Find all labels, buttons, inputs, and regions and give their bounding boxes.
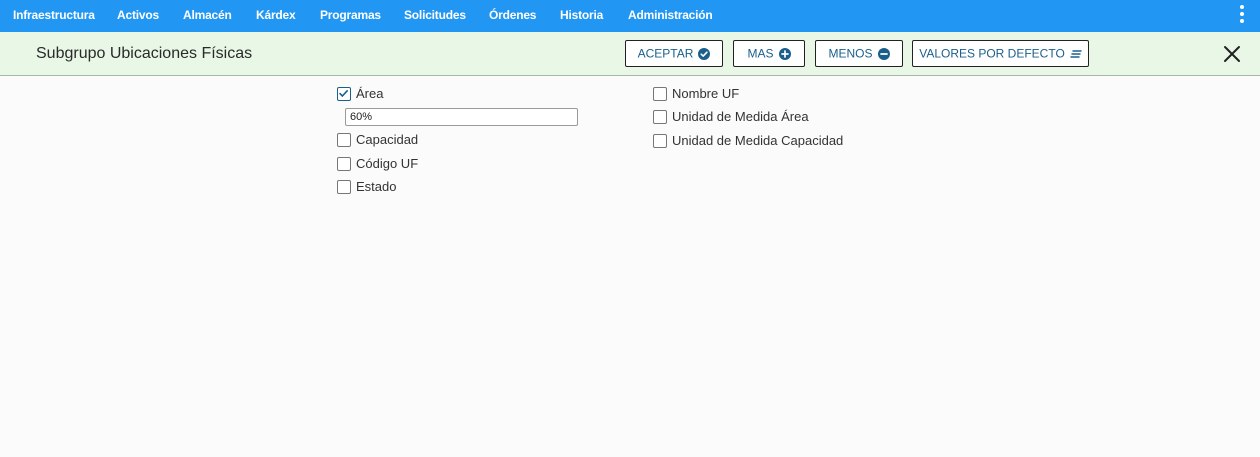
default-values-button-label: VALORES POR DEFECTO — [919, 46, 1065, 61]
unidad-medida-capacidad-checkbox[interactable] — [653, 134, 667, 148]
field-unidad-medida-capacidad[interactable]: Unidad de Medida Capacidad — [653, 133, 863, 151]
nombre-uf-label: Nombre UF — [672, 86, 740, 101]
unidad-medida-capacidad-label: Unidad de Medida Capacidad — [672, 133, 844, 148]
form-header: Subgrupo Ubicaciones Físicas ACEPTAR MAS… — [0, 32, 1260, 76]
capacidad-label: Capacidad — [356, 132, 419, 147]
nav-item-programas[interactable]: Programas — [320, 0, 381, 32]
field-unidad-medida-area[interactable]: Unidad de Medida Área — [653, 109, 833, 127]
nombre-uf-checkbox[interactable] — [653, 87, 667, 101]
area-checkbox[interactable] — [337, 87, 351, 101]
nav-item-almacen[interactable]: Almacén — [183, 0, 232, 32]
codigo-uf-label: Código UF — [356, 156, 419, 171]
unidad-medida-area-checkbox[interactable] — [653, 110, 667, 124]
less-button[interactable]: MENOS — [815, 40, 903, 67]
field-capacidad[interactable]: Capacidad — [337, 132, 457, 150]
less-button-label: MENOS — [828, 46, 873, 61]
minus-circle-icon — [877, 47, 890, 60]
page-title: Subgrupo Ubicaciones Físicas — [36, 45, 253, 62]
area-label: Área — [356, 86, 384, 101]
lines-icon — [1070, 49, 1082, 59]
accept-button[interactable]: ACEPTAR — [625, 40, 723, 67]
nav-item-historia[interactable]: Historia — [560, 0, 603, 32]
nav-item-ordenes[interactable]: Órdenes — [489, 0, 536, 32]
nav-item-solicitudes[interactable]: Solicitudes — [404, 0, 466, 32]
estado-label: Estado — [356, 179, 397, 194]
accept-button-label: ACEPTAR — [637, 46, 694, 61]
check-circle-icon — [698, 47, 711, 60]
more-vertical-icon[interactable] — [1238, 4, 1246, 24]
estado-checkbox[interactable] — [337, 180, 351, 194]
field-codigo-uf[interactable]: Código UF — [337, 156, 457, 174]
top-navigation-bar: Infraestructura Activos Almacén Kárdex P… — [0, 0, 1260, 32]
plus-circle-icon — [778, 47, 791, 60]
field-nombre-uf[interactable]: Nombre UF — [653, 86, 773, 104]
unidad-medida-area-label: Unidad de Medida Área — [672, 109, 809, 124]
codigo-uf-checkbox[interactable] — [337, 157, 351, 171]
field-area[interactable]: Área — [337, 86, 437, 104]
nav-item-activos[interactable]: Activos — [117, 0, 159, 32]
nav-item-kardex[interactable]: Kárdex — [256, 0, 296, 32]
close-icon[interactable] — [1222, 44, 1242, 64]
default-values-button[interactable]: VALORES POR DEFECTO — [912, 40, 1089, 67]
more-button[interactable]: MAS — [733, 40, 805, 67]
more-button-label: MAS — [747, 46, 774, 61]
capacidad-checkbox[interactable] — [337, 133, 351, 147]
area-value-input[interactable] — [345, 108, 578, 126]
nav-item-administracion[interactable]: Administración — [628, 0, 713, 32]
field-estado[interactable]: Estado — [337, 179, 457, 197]
nav-item-infraestructura[interactable]: Infraestructura — [13, 0, 95, 32]
checkmark-icon — [339, 90, 348, 97]
